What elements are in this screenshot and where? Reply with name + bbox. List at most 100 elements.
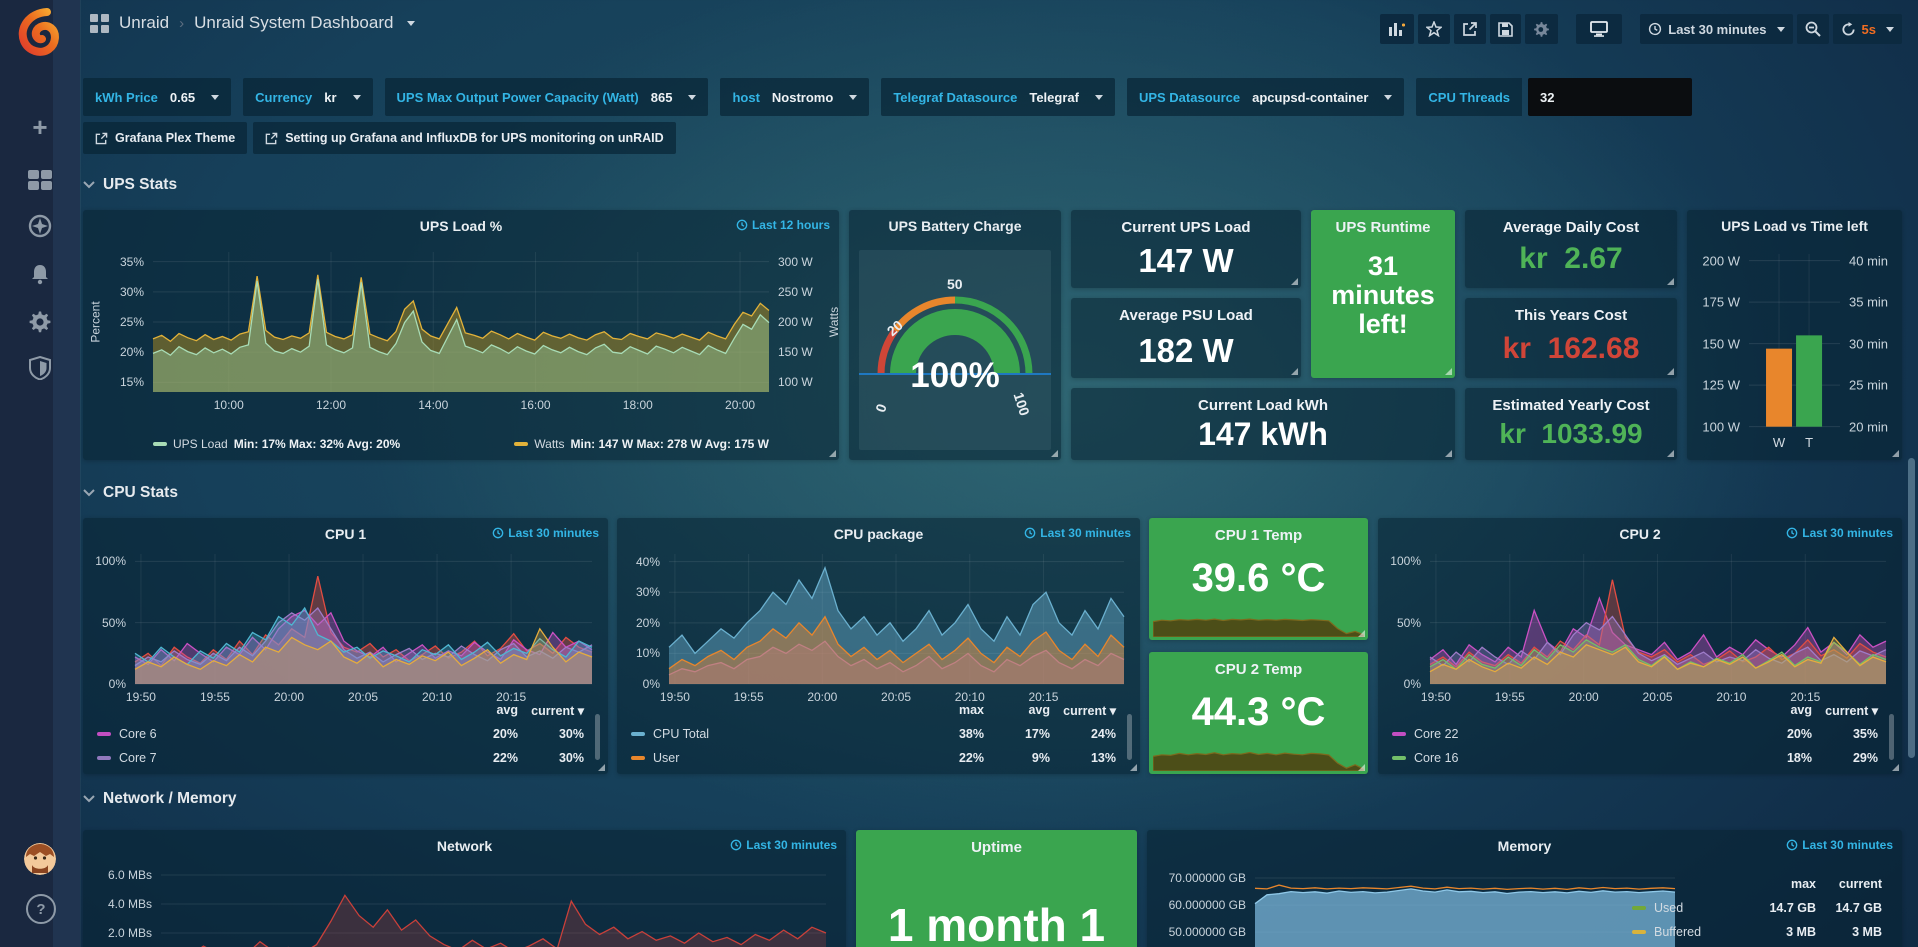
stat-title[interactable]: Current UPS Load: [1071, 219, 1301, 236]
variable-telegraf-datasource[interactable]: Telegraf Datasource Telegraf: [881, 78, 1115, 116]
breadcrumb-dashboard[interactable]: Unraid System Dashboard: [194, 13, 393, 33]
axis-tick: 10:00: [214, 398, 244, 412]
grafana-dashboard: +: [0, 0, 1918, 947]
clock-icon: [1786, 527, 1798, 539]
cpu2-chart[interactable]: 100%50%0%19:5019:5520:0020:0520:1020:15: [1430, 554, 1886, 684]
legend-row[interactable]: Core 620%30%: [97, 722, 584, 746]
legend-column-header[interactable]: max: [1750, 877, 1816, 891]
grafana-logo-icon[interactable]: [14, 6, 66, 56]
panel-time-range[interactable]: Last 30 minutes: [492, 526, 599, 540]
legend-scrollbar[interactable]: [1127, 714, 1132, 760]
cpu-threads-input[interactable]: 32: [1528, 78, 1692, 116]
create-icon[interactable]: +: [0, 107, 80, 147]
variable-ups-datasource[interactable]: UPS Datasource apcupsd-container: [1127, 78, 1404, 116]
legend-row[interactable]: CPU Total38%17%24%: [631, 722, 1116, 746]
panel-time-range[interactable]: Last 30 minutes: [1024, 526, 1131, 540]
user-avatar[interactable]: [24, 843, 56, 875]
apps-grid-icon[interactable]: [90, 14, 109, 33]
clock-icon: [1024, 527, 1036, 539]
breadcrumb-app[interactable]: Unraid: [119, 13, 169, 33]
section-cpu-stats[interactable]: CPU Stats: [83, 484, 178, 502]
cpu1-chart[interactable]: 100%50%0%19:5019:5520:0020:0520:1020:15: [135, 554, 592, 684]
configuration-gear-icon[interactable]: [0, 302, 80, 342]
panel-time-range[interactable]: Last 30 minutes: [1786, 838, 1893, 852]
gauge-value: 100%: [849, 356, 1061, 396]
load-vs-time-chart[interactable]: 200 W40 min175 W35 min150 W30 min125 W25…: [1749, 254, 1840, 430]
stat-title[interactable]: CPU 1 Temp: [1149, 527, 1368, 544]
panel-time-range[interactable]: Last 12 hours: [736, 218, 830, 232]
dashboards-icon[interactable]: [0, 160, 80, 200]
stat-title[interactable]: Estimated Yearly Cost: [1465, 397, 1677, 414]
clock-icon: [730, 839, 742, 851]
panel-title[interactable]: UPS Load vs Time left: [1687, 218, 1902, 234]
stat-title[interactable]: Uptime: [856, 839, 1137, 856]
memory-chart[interactable]: 70.000000 GB60.000000 GB50.000000 GB: [1255, 864, 1675, 947]
legend-row[interactable]: Core 722%30%: [97, 746, 584, 770]
variable-ups-max-output[interactable]: UPS Max Output Power Capacity (Watt) 865: [385, 78, 709, 116]
legend-column-header[interactable]: max: [918, 703, 984, 717]
panel-time-range[interactable]: Last 30 minutes: [730, 838, 837, 852]
legend-column-header[interactable]: current ▾: [518, 703, 584, 718]
external-link-icon: [265, 132, 278, 145]
server-admin-shield-icon[interactable]: [0, 348, 80, 388]
share-button[interactable]: [1454, 14, 1486, 44]
legend-ups-load[interactable]: UPS Load Min: 17% Max: 32% Avg: 20%: [153, 437, 400, 451]
save-button[interactable]: [1490, 14, 1521, 44]
ups-load-chart[interactable]: 35%300 W30%250 W25%200 W20%150 W15%100 W…: [153, 252, 769, 392]
stat-title[interactable]: This Years Cost: [1465, 307, 1677, 324]
dashboard-toolbar: Last 30 minutes 5s: [1380, 14, 1902, 44]
star-button[interactable]: [1418, 14, 1450, 44]
help-icon[interactable]: ?: [26, 894, 56, 924]
legend-column-header[interactable]: current ▾: [1812, 703, 1878, 718]
alerting-bell-icon[interactable]: [0, 254, 80, 294]
legend-column-header[interactable]: avg: [984, 703, 1050, 717]
link-ups-monitoring-guide[interactable]: Setting up Grafana and InfluxDB for UPS …: [253, 122, 675, 154]
legend-column-header[interactable]: current ▾: [1050, 703, 1116, 718]
network-chart[interactable]: 6.0 MBs4.0 MBs2.0 MBs: [161, 864, 826, 947]
dashboard-settings-gear-icon[interactable]: [1525, 14, 1558, 44]
variable-currency[interactable]: Currency kr: [243, 78, 372, 116]
cpu-package-chart[interactable]: 40%30%20%10%0%19:5019:5520:0020:0520:102…: [669, 554, 1124, 684]
axis-tick: 0%: [643, 677, 660, 691]
axis-tick: 70.000000 GB: [1169, 871, 1246, 885]
legend-swatch: [1632, 906, 1646, 910]
legend-watts[interactable]: Watts Min: 147 W Max: 278 W Avg: 175 W: [514, 437, 769, 451]
stat-title[interactable]: CPU 2 Temp: [1149, 661, 1368, 678]
legend-scrollbar[interactable]: [1889, 714, 1894, 760]
axis-tick: 6.0 MBs: [108, 868, 152, 882]
stat-title[interactable]: Average PSU Load: [1071, 307, 1301, 324]
legend-row[interactable]: User22%9%13%: [631, 746, 1116, 770]
panel-title[interactable]: UPS Battery Charge: [849, 218, 1061, 234]
legend-column-header[interactable]: avg: [1746, 703, 1812, 717]
chevron-down-icon[interactable]: [407, 21, 415, 26]
panel-time-range[interactable]: Last 30 minutes: [1786, 526, 1893, 540]
stat-title[interactable]: UPS Runtime: [1311, 219, 1455, 236]
section-ups-stats[interactable]: UPS Stats: [83, 176, 177, 194]
add-panel-button[interactable]: [1380, 14, 1414, 44]
stat-title[interactable]: Current Load kWh: [1071, 397, 1455, 414]
legend-column-header[interactable]: avg: [452, 703, 518, 717]
legend-row[interactable]: Used14.7 GB14.7 GB: [1632, 896, 1882, 920]
legend-swatch: [97, 732, 111, 736]
page-scrollbar[interactable]: [1908, 458, 1915, 758]
stat-title[interactable]: Average Daily Cost: [1465, 219, 1677, 236]
bar-category-label: W: [1773, 435, 1785, 450]
refresh-picker[interactable]: 5s: [1833, 14, 1902, 44]
legend-row[interactable]: Core 2220%35%: [1392, 722, 1878, 746]
legend-row[interactable]: Core 1618%29%: [1392, 746, 1878, 770]
legend-row[interactable]: Buffered3 MB3 MB: [1632, 920, 1882, 944]
legend-column-header[interactable]: current: [1816, 877, 1882, 891]
axis-tick: 200 W: [778, 315, 813, 329]
cycle-view-monitor-icon[interactable]: [1576, 14, 1622, 44]
variable-kwh-price[interactable]: kWh Price 0.65: [83, 78, 231, 116]
panel-title[interactable]: UPS Load %: [83, 218, 839, 234]
time-range-picker[interactable]: Last 30 minutes: [1640, 14, 1792, 44]
link-grafana-plex-theme[interactable]: Grafana Plex Theme: [83, 122, 247, 154]
stat-value: 147 W: [1071, 242, 1301, 280]
zoom-out-button[interactable]: [1797, 14, 1829, 44]
legend-scrollbar[interactable]: [595, 714, 600, 760]
explore-icon[interactable]: [0, 206, 80, 246]
stat-value: 1 month 1: [856, 898, 1137, 947]
section-network-memory[interactable]: Network / Memory: [83, 790, 237, 808]
variable-host[interactable]: host Nostromo: [720, 78, 869, 116]
